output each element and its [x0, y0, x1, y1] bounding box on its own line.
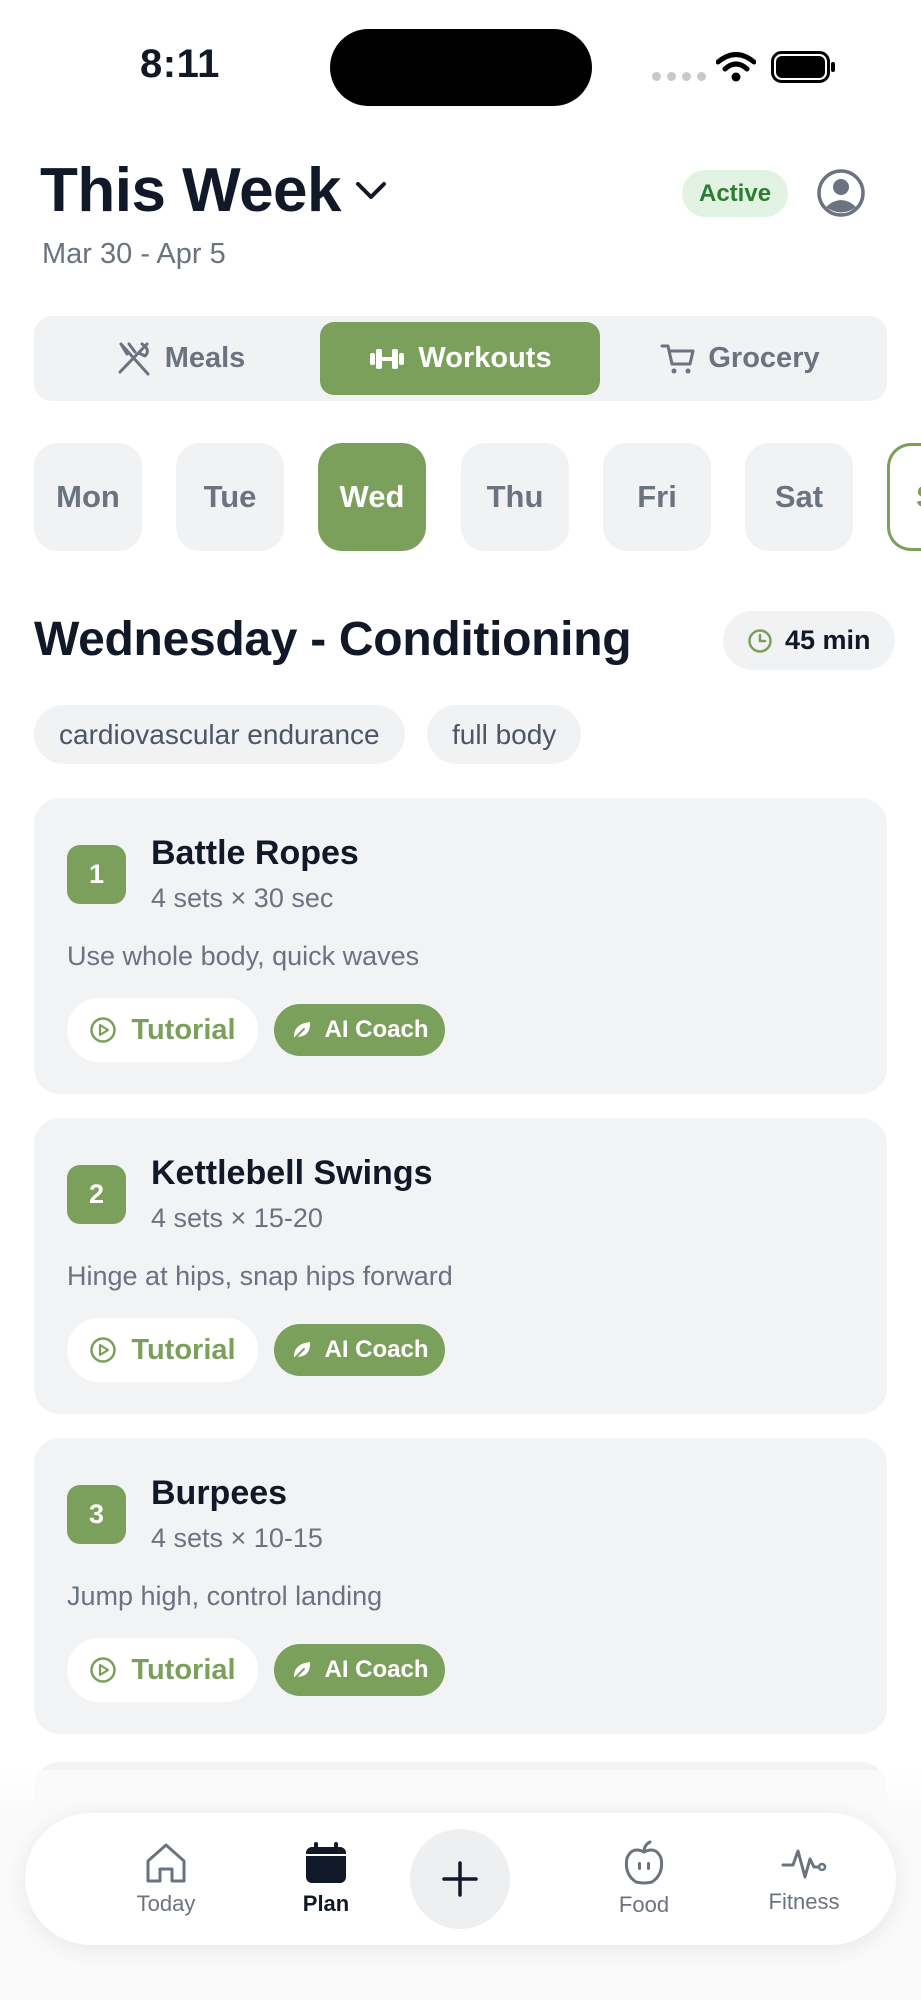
exercise-note: Use whole body, quick waves: [67, 941, 420, 971]
tab-grocery-label: Grocery: [708, 342, 820, 374]
day-fri[interactable]: Fri: [603, 443, 711, 551]
leaf-icon: [293, 1662, 311, 1680]
tab-meals[interactable]: Meals: [40, 322, 320, 395]
exercise-note: Jump high, control landing: [67, 1581, 383, 1611]
play-circle-icon: [90, 1337, 117, 1363]
tutorial-label: Tutorial: [131, 1013, 236, 1046]
ai-coach-button[interactable]: AI Coach: [274, 1004, 445, 1056]
tutorial-button[interactable]: Tutorial: [67, 998, 258, 1062]
exercise-card[interactable]: 3 Burpees 4 sets × 10-15 Jump high, cont…: [34, 1438, 887, 1734]
exercise-card[interactable]: 2 Kettlebell Swings 4 sets × 15-20 Hinge…: [34, 1118, 887, 1414]
battery-icon: [771, 51, 835, 83]
leaf-icon: [293, 1022, 311, 1040]
calendar-icon: [306, 1842, 346, 1883]
play-circle-icon: [90, 1017, 117, 1043]
workout-title: Wednesday - Conditioning: [34, 613, 632, 666]
ai-coach-label: AI Coach: [324, 1336, 429, 1363]
tab-meals-label: Meals: [164, 342, 246, 374]
ai-coach-button[interactable]: AI Coach: [274, 1324, 445, 1376]
duration-badge: 45 min: [723, 611, 895, 670]
exercise-name: Kettlebell Swings: [151, 1154, 433, 1192]
day-tue[interactable]: Tue: [176, 443, 284, 551]
exercise-number: 1: [67, 845, 126, 904]
profile-icon[interactable]: [816, 168, 866, 218]
day-thu[interactable]: Thu: [461, 443, 569, 551]
page-title: This Week: [40, 156, 342, 225]
tutorial-button[interactable]: Tutorial: [67, 1638, 258, 1702]
add-button[interactable]: [410, 1829, 510, 1929]
day-sun-label: S: [916, 479, 921, 515]
tab-plan[interactable]: Plan: [256, 1813, 396, 1945]
day-sat[interactable]: Sat: [745, 443, 853, 551]
exercise-name: Battle Ropes: [151, 834, 359, 872]
chevron-down-icon: [356, 181, 387, 199]
tab-grocery[interactable]: Grocery: [600, 322, 880, 395]
tab-today-label: Today: [136, 1891, 196, 1916]
signal-icon: [652, 72, 706, 81]
tab-food-label: Food: [618, 1892, 670, 1917]
apple-icon: [624, 1840, 664, 1885]
day-sun[interactable]: S: [887, 443, 921, 551]
tab-today[interactable]: Today: [96, 1813, 236, 1945]
tab-fitness-label: Fitness: [768, 1889, 840, 1914]
tutorial-label: Tutorial: [131, 1333, 236, 1366]
exercise-sets: 4 sets × 15-20: [151, 1203, 323, 1233]
ai-coach-label: AI Coach: [324, 1656, 429, 1683]
exercise-number: 2: [67, 1165, 126, 1224]
tab-workouts-label: Workouts: [418, 342, 552, 374]
tab-plan-label: Plan: [302, 1891, 350, 1916]
wifi-icon: [716, 52, 756, 82]
plus-icon: [442, 1861, 478, 1897]
utensils-icon: [118, 342, 150, 375]
leaf-icon: [293, 1342, 311, 1360]
exercise-name: Burpees: [151, 1474, 288, 1512]
plan-segmented-control: Meals Workouts Grocery: [34, 316, 887, 401]
clock-icon: [748, 628, 772, 653]
duration-text: 45 min: [785, 625, 871, 655]
home-icon: [146, 1843, 186, 1883]
exercise-sets: 4 sets × 10-15: [151, 1523, 323, 1553]
tutorial-button[interactable]: Tutorial: [67, 1318, 258, 1382]
day-wed[interactable]: Wed: [318, 443, 426, 551]
exercise-note: Hinge at hips, snap hips forward: [67, 1261, 453, 1291]
date-range: Mar 30 - Apr 5: [42, 238, 226, 270]
week-selector[interactable]: This Week: [40, 155, 387, 226]
exercise-card[interactable]: 1 Battle Ropes 4 sets × 30 sec Use whole…: [34, 798, 887, 1094]
exercise-sets: 4 sets × 30 sec: [151, 883, 334, 913]
ai-coach-button[interactable]: AI Coach: [274, 1644, 445, 1696]
tab-fitness[interactable]: Fitness: [734, 1813, 874, 1945]
status-badge: Active: [682, 170, 789, 217]
bottom-tab-bar: Today Plan Food Fitness: [25, 1813, 896, 1945]
dumbbell-icon: [370, 348, 405, 369]
status-time: 8:11: [140, 42, 220, 86]
tutorial-label: Tutorial: [131, 1653, 236, 1686]
dynamic-island: [330, 29, 592, 106]
tab-food[interactable]: Food: [574, 1813, 714, 1945]
ai-coach-label: AI Coach: [324, 1016, 429, 1043]
tab-workouts[interactable]: Workouts: [320, 322, 600, 395]
exercise-number: 3: [67, 1485, 126, 1544]
day-mon[interactable]: Mon: [34, 443, 142, 551]
tag-chip: cardiovascular endurance: [34, 705, 405, 764]
play-circle-icon: [90, 1657, 117, 1683]
tag-chip: full body: [427, 705, 582, 764]
cart-icon: [660, 344, 695, 373]
pulse-icon: [781, 1849, 827, 1879]
